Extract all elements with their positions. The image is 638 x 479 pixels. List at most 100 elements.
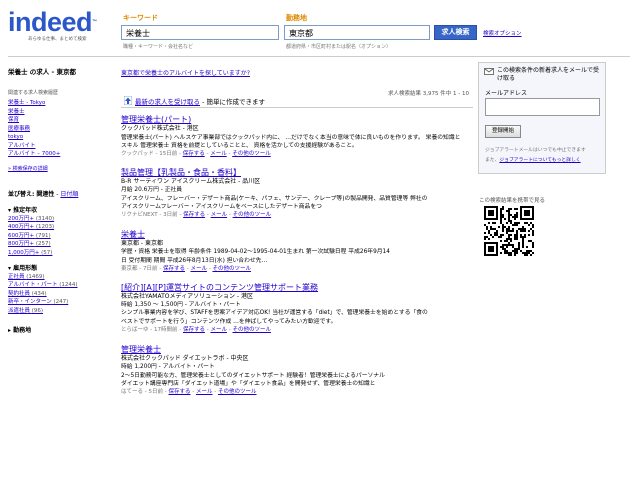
where-input[interactable]: 東京都 — [284, 25, 430, 40]
save-search-link[interactable]: » 検索保存の詳細 — [8, 165, 113, 174]
logo-tm: ™ — [92, 19, 97, 25]
email-job-link[interactable]: メール — [196, 389, 213, 395]
salary-filter-item[interactable]: 800万円+ (257) — [8, 240, 113, 248]
parttime-promo-link[interactable]: 東京都で栄養士のアルバイトを探していますか? — [121, 68, 473, 77]
alert-learn-more-link[interactable]: ジョブアラートについてもっと詳しく — [499, 158, 580, 163]
job-title-link[interactable]: 栄養士 — [121, 230, 145, 239]
job-card: [紹介][A][P]運営サイトのコンテンツ管理サポート業務 株式会社YAMATO… — [121, 283, 473, 335]
sort-by-date-link[interactable]: 日付順 — [60, 191, 78, 198]
sidebar: 栄養士 の求人 - 東京都 関連する求人検索履歴 栄養士 - Tokyo 栄養士… — [8, 66, 113, 334]
job-snippet: アイスクリーム、フレーバー・デザート商品(ケーキ、パフェ、サンデー、クレープ等)… — [121, 195, 428, 202]
job-type-filter-head[interactable]: ▾ 雇用形態 — [8, 263, 113, 272]
envelope-icon — [484, 68, 494, 75]
job-card: 管理栄養士 株式会社クックパッド ダイエットラボ - 中央区 時給 1,200円… — [121, 345, 473, 397]
job-salary: 時給 1,350 ～ 1,500円 - アルバイト・パート — [121, 302, 241, 309]
salary-filter-item[interactable]: 600万円+ (791) — [8, 232, 113, 240]
job-company: 株式会社YAMATOメディアソリューション - 港区 — [121, 292, 253, 300]
job-title-link[interactable]: 管理栄養士(パート) — [121, 115, 191, 124]
job-snippet: 管理栄養士(パート) ヘルスケア事業部ではクックパッド内に、 …だけでなく本当の… — [121, 134, 461, 141]
email-job-link[interactable]: メール — [190, 266, 207, 272]
save-job-link[interactable]: 保存する — [183, 151, 205, 157]
more-tools-link[interactable]: その他のツール — [233, 212, 272, 218]
register-alert-button[interactable]: 登録開始 — [485, 125, 521, 138]
email-input[interactable] — [485, 98, 600, 116]
related-link[interactable]: 保育 — [8, 116, 113, 125]
job-title-link[interactable]: 製品管理【乳製品・食品・香料】 — [121, 168, 241, 177]
related-link[interactable]: アルバイト – 7000+ — [8, 150, 113, 159]
job-snippet: ベストでサポートを行う」コンテンツ作成 …を伸ばしてやってみたい方歓迎です。 — [121, 318, 337, 325]
salary-filter-item[interactable]: 200万円+ (3140) — [8, 215, 113, 223]
results-divider — [121, 107, 473, 108]
search-button[interactable]: 求人検索 — [434, 25, 477, 40]
what-input[interactable]: 栄養士 — [121, 25, 279, 40]
more-tools-link[interactable]: その他のツール — [232, 151, 271, 157]
sort-control: 並び替え: 関連性 - 日付順 — [8, 191, 79, 198]
related-link[interactable]: 栄養士 — [8, 108, 113, 117]
save-job-link[interactable]: 保存する — [163, 266, 185, 272]
job-snippet: 学歴・資格 栄養士を取得 年齢条件 1989-04-02～1995-04-01生… — [121, 249, 390, 256]
email-job-link[interactable]: メール — [210, 151, 227, 157]
job-snippet: ダイエット講座専門店「ダイエット道場」や「ダイエット食品」を開発せず、管理栄養士… — [121, 381, 376, 387]
job-type-filter-item[interactable]: 契約社員 (434) — [8, 290, 113, 298]
job-company: 東京都 - 東京都 — [121, 239, 163, 247]
job-meta: クックパッド - 15日前 - 保存する - メール - その他のツール — [121, 151, 271, 158]
location-filter-head[interactable]: ▸ 勤務地 — [8, 325, 113, 334]
job-type-filter-item[interactable]: 正社員 (1469) — [8, 273, 113, 281]
header-divider — [8, 56, 630, 57]
job-meta: はてーる - 5日前 - 保存する - メール - その他のツール — [121, 389, 257, 396]
job-card: 栄養士 東京都 - 東京都 学歴・資格 栄養士を取得 年齢条件 1989-04-… — [121, 230, 473, 274]
related-link[interactable]: 栄養士 - Tokyo — [8, 99, 113, 108]
email-label: メールアドレス — [485, 90, 528, 97]
indeed-logo[interactable]: indeed™ あらゆる仕事、まとめて検索 — [8, 8, 104, 48]
logo-tagline: あらゆる仕事、まとめて検索 — [28, 37, 87, 42]
salary-filter-item[interactable]: 1,000万円+ (57) — [8, 249, 113, 257]
job-meta: とらばーゆ - 17時間前 - 保存する - メール - その他のツール — [121, 327, 271, 334]
save-job-link[interactable]: 保存する — [168, 389, 190, 395]
what-label: キーワード — [123, 14, 158, 22]
job-card: 管理栄養士(パート) クックパッド株式会社 - 港区 管理栄養士(パート) ヘル… — [121, 115, 473, 159]
create-alert-link[interactable]: 最新の求人を受け取る — [135, 98, 200, 106]
salary-filter-head[interactable]: ▾ 推定年収 — [8, 205, 113, 214]
email-job-link[interactable]: メール — [210, 327, 227, 333]
job-company: 株式会社クックパッド ダイエットラボ - 中央区 — [121, 354, 249, 362]
qr-caption: この検索結果を携帯で見る — [479, 198, 546, 204]
save-job-link[interactable]: 保存する — [183, 327, 205, 333]
job-meta: リクナビNEXT - 3日前 - 保存する - メール - その他のツール — [121, 212, 272, 219]
related-link[interactable]: 医療事務 — [8, 125, 113, 134]
job-salary: 月給 20.6万円 - 正社員 — [121, 187, 183, 194]
email-job-link[interactable]: メール — [211, 212, 228, 218]
job-snippet: 2～5日勤務可能な方、管理栄養士としてのダイエットサポート 経験者！管理栄養士に… — [121, 372, 385, 379]
job-snippet: 日 受付期間 期間 平成26年8月13日(水) 担い合わせ先… — [121, 257, 268, 264]
related-link[interactable]: tokyo — [8, 133, 113, 142]
results-column: 東京都で栄養士のアルバイトを探していますか? 最新の求人を受け取る - 簡単に作… — [121, 68, 473, 397]
salary-filter-item[interactable]: 400万円+ (1203) — [8, 223, 113, 231]
save-job-link[interactable]: 保存する — [183, 212, 205, 218]
more-tools-link[interactable]: その他のツール — [218, 389, 257, 395]
logo-word: indeed — [8, 7, 93, 37]
advanced-search-link[interactable]: 検索オプション — [483, 29, 522, 37]
job-title-link[interactable]: 管理栄養士 — [121, 345, 161, 354]
job-snippet: スキル 管理栄養士 資格を前提としていることと、 資格を活かしての支援経験がある… — [121, 142, 358, 149]
alert-text: - 簡単に作成できます — [202, 98, 265, 106]
more-tools-link[interactable]: その他のツール — [232, 327, 271, 333]
sidebar-title: 栄養士 の求人 - 東京都 — [8, 68, 76, 76]
where-hint: 都道府県・市区町村または駅名（オプション） — [286, 44, 392, 50]
qr-code[interactable] — [484, 206, 534, 256]
qr-code-icon — [484, 206, 534, 256]
more-tools-link[interactable]: その他のツール — [212, 266, 251, 272]
job-title-link[interactable]: [紹介][A][P]運営サイトのコンテンツ管理サポート業務 — [121, 283, 318, 292]
job-salary: 時給 1,200円 - アルバイト・パート — [121, 364, 215, 371]
job-snippet: シンプル事業内容を学び、STAFFを思案アイデア対応OK! 当社が運営する「di… — [121, 310, 428, 317]
result-count: 求人検索結果 3,975 件中 1 - 10 — [388, 91, 469, 97]
job-snippet: アイスクリームフレーバー・アイスクリームをベースにしたデザート商品をつ — [121, 204, 322, 211]
where-label: 勤務地 — [286, 14, 307, 22]
job-type-filter-item[interactable]: 派遣社員 (96) — [8, 307, 113, 315]
related-link[interactable]: アルバイト — [8, 142, 113, 151]
email-alert-box: この検索条件の新着求人をメールで受け取る メールアドレス 登録開始 ジョブアラー… — [478, 62, 606, 174]
job-type-filter-item[interactable]: アルバイト・パート (1244) — [8, 281, 113, 289]
email-alert-title: この検索条件の新着求人をメールで受け取る — [497, 67, 600, 82]
job-type-filter-item[interactable]: 新卒・インターン (247) — [8, 298, 113, 306]
alert-learn-more: また、ジョブアラートについてもっと詳しく — [485, 158, 581, 163]
job-card: 製品管理【乳製品・食品・香料】 B-R サーティワン アイスクリーム株式会社 -… — [121, 168, 473, 220]
related-head: 関連する求人検索履歴 — [8, 90, 59, 96]
